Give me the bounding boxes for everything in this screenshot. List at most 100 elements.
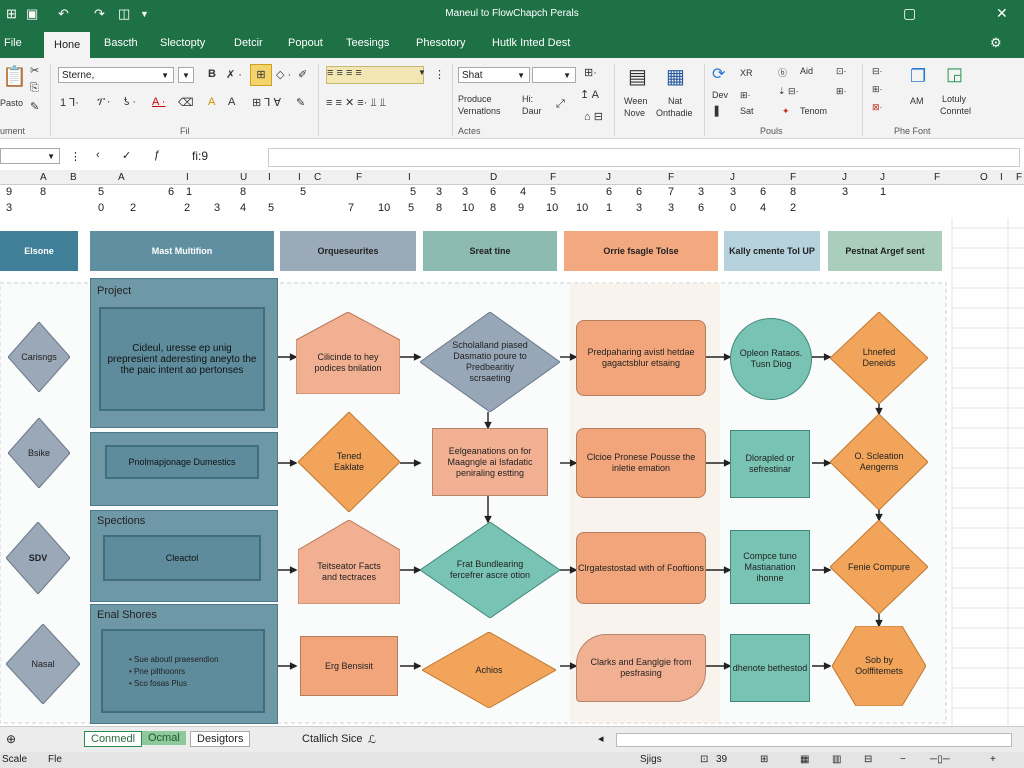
page-layout-icon[interactable]: ⊡ bbox=[700, 754, 708, 765]
sort-icon[interactable]: ↥ A bbox=[580, 88, 599, 101]
cell-value[interactable]: 0 bbox=[98, 202, 104, 214]
tab-slectopty[interactable]: Slectopty bbox=[160, 37, 205, 49]
sheet-tab-desigtors[interactable]: Desigtors bbox=[190, 731, 251, 747]
font-name-combo[interactable]: Sterne, ▼ bbox=[58, 67, 174, 83]
more-icon[interactable]: ⋮ bbox=[70, 150, 81, 163]
cell-value[interactable]: 8 bbox=[240, 186, 246, 198]
tab-hutlk[interactable]: Hutlk Inted Dest bbox=[492, 37, 570, 49]
chart-icon[interactable]: ⊞· bbox=[740, 90, 751, 101]
close-button[interactable]: ✕ bbox=[996, 5, 1008, 22]
align-bottom-row[interactable]: ≡ ≡ ✕ ≡· ⫫ ⫫ bbox=[326, 96, 386, 110]
cell-value[interactable]: 6 bbox=[490, 186, 496, 198]
clear-all-icon[interactable]: ✦ bbox=[782, 106, 790, 117]
column-letter[interactable]: F bbox=[1016, 172, 1022, 183]
bold-button[interactable]: B bbox=[208, 68, 216, 80]
cell-value[interactable]: 5 bbox=[268, 202, 274, 214]
format-painter-icon[interactable]: ✎ bbox=[30, 100, 39, 113]
x-close-icon[interactable]: ✗ · bbox=[226, 68, 242, 81]
cancel-icon[interactable]: ‹ bbox=[96, 149, 100, 161]
view-break-icon[interactable]: ▥ bbox=[832, 754, 841, 765]
column-letter[interactable]: O bbox=[980, 172, 988, 183]
cell-value[interactable]: 8 bbox=[40, 186, 46, 198]
cell-value[interactable]: 2 bbox=[184, 202, 190, 214]
column-letter[interactable]: I bbox=[408, 172, 411, 183]
fill-icon[interactable]: ◇ · bbox=[276, 68, 291, 81]
cell-value[interactable]: 5 bbox=[300, 186, 306, 198]
view-zoom-icon[interactable]: ⊟ bbox=[864, 754, 872, 765]
cell-value[interactable]: 3 bbox=[730, 186, 736, 198]
horizontal-scrollbar[interactable] bbox=[616, 733, 1012, 747]
add-sheet-icon[interactable]: ⊕ bbox=[6, 732, 16, 746]
cell-value[interactable]: 3 bbox=[636, 202, 642, 214]
name-box[interactable]: ▼ bbox=[0, 148, 60, 164]
column-letter[interactable]: A bbox=[118, 172, 125, 183]
column-letter[interactable]: C bbox=[314, 172, 321, 183]
column-letter[interactable]: J bbox=[842, 172, 847, 183]
insert-icon[interactable]: ⊟· bbox=[872, 66, 883, 77]
column-letter[interactable]: B bbox=[70, 172, 77, 183]
font-color-a-button[interactable]: A bbox=[228, 96, 235, 108]
cell-value[interactable]: 10 bbox=[576, 202, 588, 214]
cell-value[interactable]: 3 bbox=[462, 186, 468, 198]
cell-value[interactable]: 4 bbox=[760, 202, 766, 214]
enter-icon[interactable]: ✓ bbox=[122, 149, 131, 162]
cell-value[interactable]: 6 bbox=[606, 186, 612, 198]
tab-teesings[interactable]: Teesings bbox=[346, 37, 389, 49]
cell-value[interactable]: 5 bbox=[550, 186, 556, 198]
cell-value[interactable]: 10 bbox=[462, 202, 474, 214]
cell-value[interactable]: 1 bbox=[880, 186, 886, 198]
find-icon[interactable]: ⊡· bbox=[836, 66, 847, 77]
column-letter[interactable]: J bbox=[880, 172, 885, 183]
zoom-plus-icon[interactable]: + bbox=[990, 754, 996, 765]
column-letter[interactable]: F bbox=[550, 172, 556, 183]
view-layout-icon[interactable]: ▦ bbox=[800, 754, 809, 765]
sync-icon[interactable]: ⟳ bbox=[712, 64, 725, 84]
document-icon[interactable]: ▤ bbox=[628, 64, 647, 89]
cell-value[interactable]: 0 bbox=[730, 202, 736, 214]
cell-value[interactable]: 8 bbox=[436, 202, 442, 214]
strike-button[interactable]: ƾ · bbox=[124, 96, 136, 108]
column-letter[interactable]: D bbox=[490, 172, 497, 183]
font-size-combo[interactable]: ▼ bbox=[178, 67, 194, 83]
cell-value[interactable]: 4 bbox=[520, 186, 526, 198]
style-combo[interactable]: Shat ▼ bbox=[458, 67, 530, 83]
cell-value[interactable]: 5 bbox=[408, 202, 414, 214]
cell-value[interactable]: 10 bbox=[546, 202, 558, 214]
cell-value[interactable]: 1 bbox=[606, 202, 612, 214]
italic-button[interactable]: ፕ · bbox=[96, 96, 110, 109]
cell-value[interactable]: 7 bbox=[668, 186, 674, 198]
cell-value[interactable]: 9 bbox=[6, 186, 12, 198]
font-size-up-button[interactable]: 1 Ꞁ· bbox=[60, 96, 79, 109]
text-effects-icon[interactable]: ✎ bbox=[296, 96, 305, 109]
zoom-minus-icon[interactable]: − bbox=[900, 754, 906, 765]
paste-icon[interactable]: 📋 bbox=[2, 64, 27, 89]
format-icon[interactable]: ⊠· bbox=[872, 102, 883, 113]
column-letter[interactable]: A bbox=[40, 172, 47, 183]
column-letter[interactable]: I bbox=[1000, 172, 1003, 183]
sum-icon[interactable]: ⓑ bbox=[778, 66, 787, 79]
cell-value[interactable]: 3 bbox=[214, 202, 220, 214]
formula-input[interactable] bbox=[268, 148, 1020, 167]
copy-icon[interactable]: ⎘ bbox=[30, 82, 39, 95]
account-icon[interactable]: ⚙ bbox=[990, 35, 1002, 51]
font-color-button[interactable]: A · bbox=[152, 96, 165, 108]
tab-home[interactable]: Hone bbox=[44, 32, 91, 58]
cell-value[interactable]: 5 bbox=[410, 186, 416, 198]
cell-value[interactable]: 1 bbox=[186, 186, 192, 198]
tab-bascth[interactable]: Bascth bbox=[104, 37, 138, 49]
zoom-slider-icon[interactable]: ─▯─ bbox=[930, 754, 950, 765]
column-letter[interactable]: J bbox=[730, 172, 735, 183]
edit-icon[interactable]: ℒ bbox=[368, 733, 376, 746]
tab-popout[interactable]: Popout bbox=[288, 37, 323, 49]
column-letter[interactable]: I bbox=[268, 172, 271, 183]
cell-value[interactable]: 3 bbox=[842, 186, 848, 198]
style-combo-2[interactable]: ▼ bbox=[532, 67, 576, 83]
function-icon[interactable]: ƒ bbox=[154, 149, 160, 161]
window-icon[interactable]: ▦ bbox=[666, 64, 685, 89]
clear-format-icon[interactable]: ⌫ bbox=[178, 96, 194, 109]
cell-value[interactable]: 9 bbox=[518, 202, 524, 214]
cell-value[interactable]: 3 bbox=[668, 202, 674, 214]
column-letter[interactable]: U bbox=[240, 172, 247, 183]
cell-value[interactable]: 7 bbox=[348, 202, 354, 214]
delete-icon[interactable]: ⊞· bbox=[872, 84, 883, 95]
